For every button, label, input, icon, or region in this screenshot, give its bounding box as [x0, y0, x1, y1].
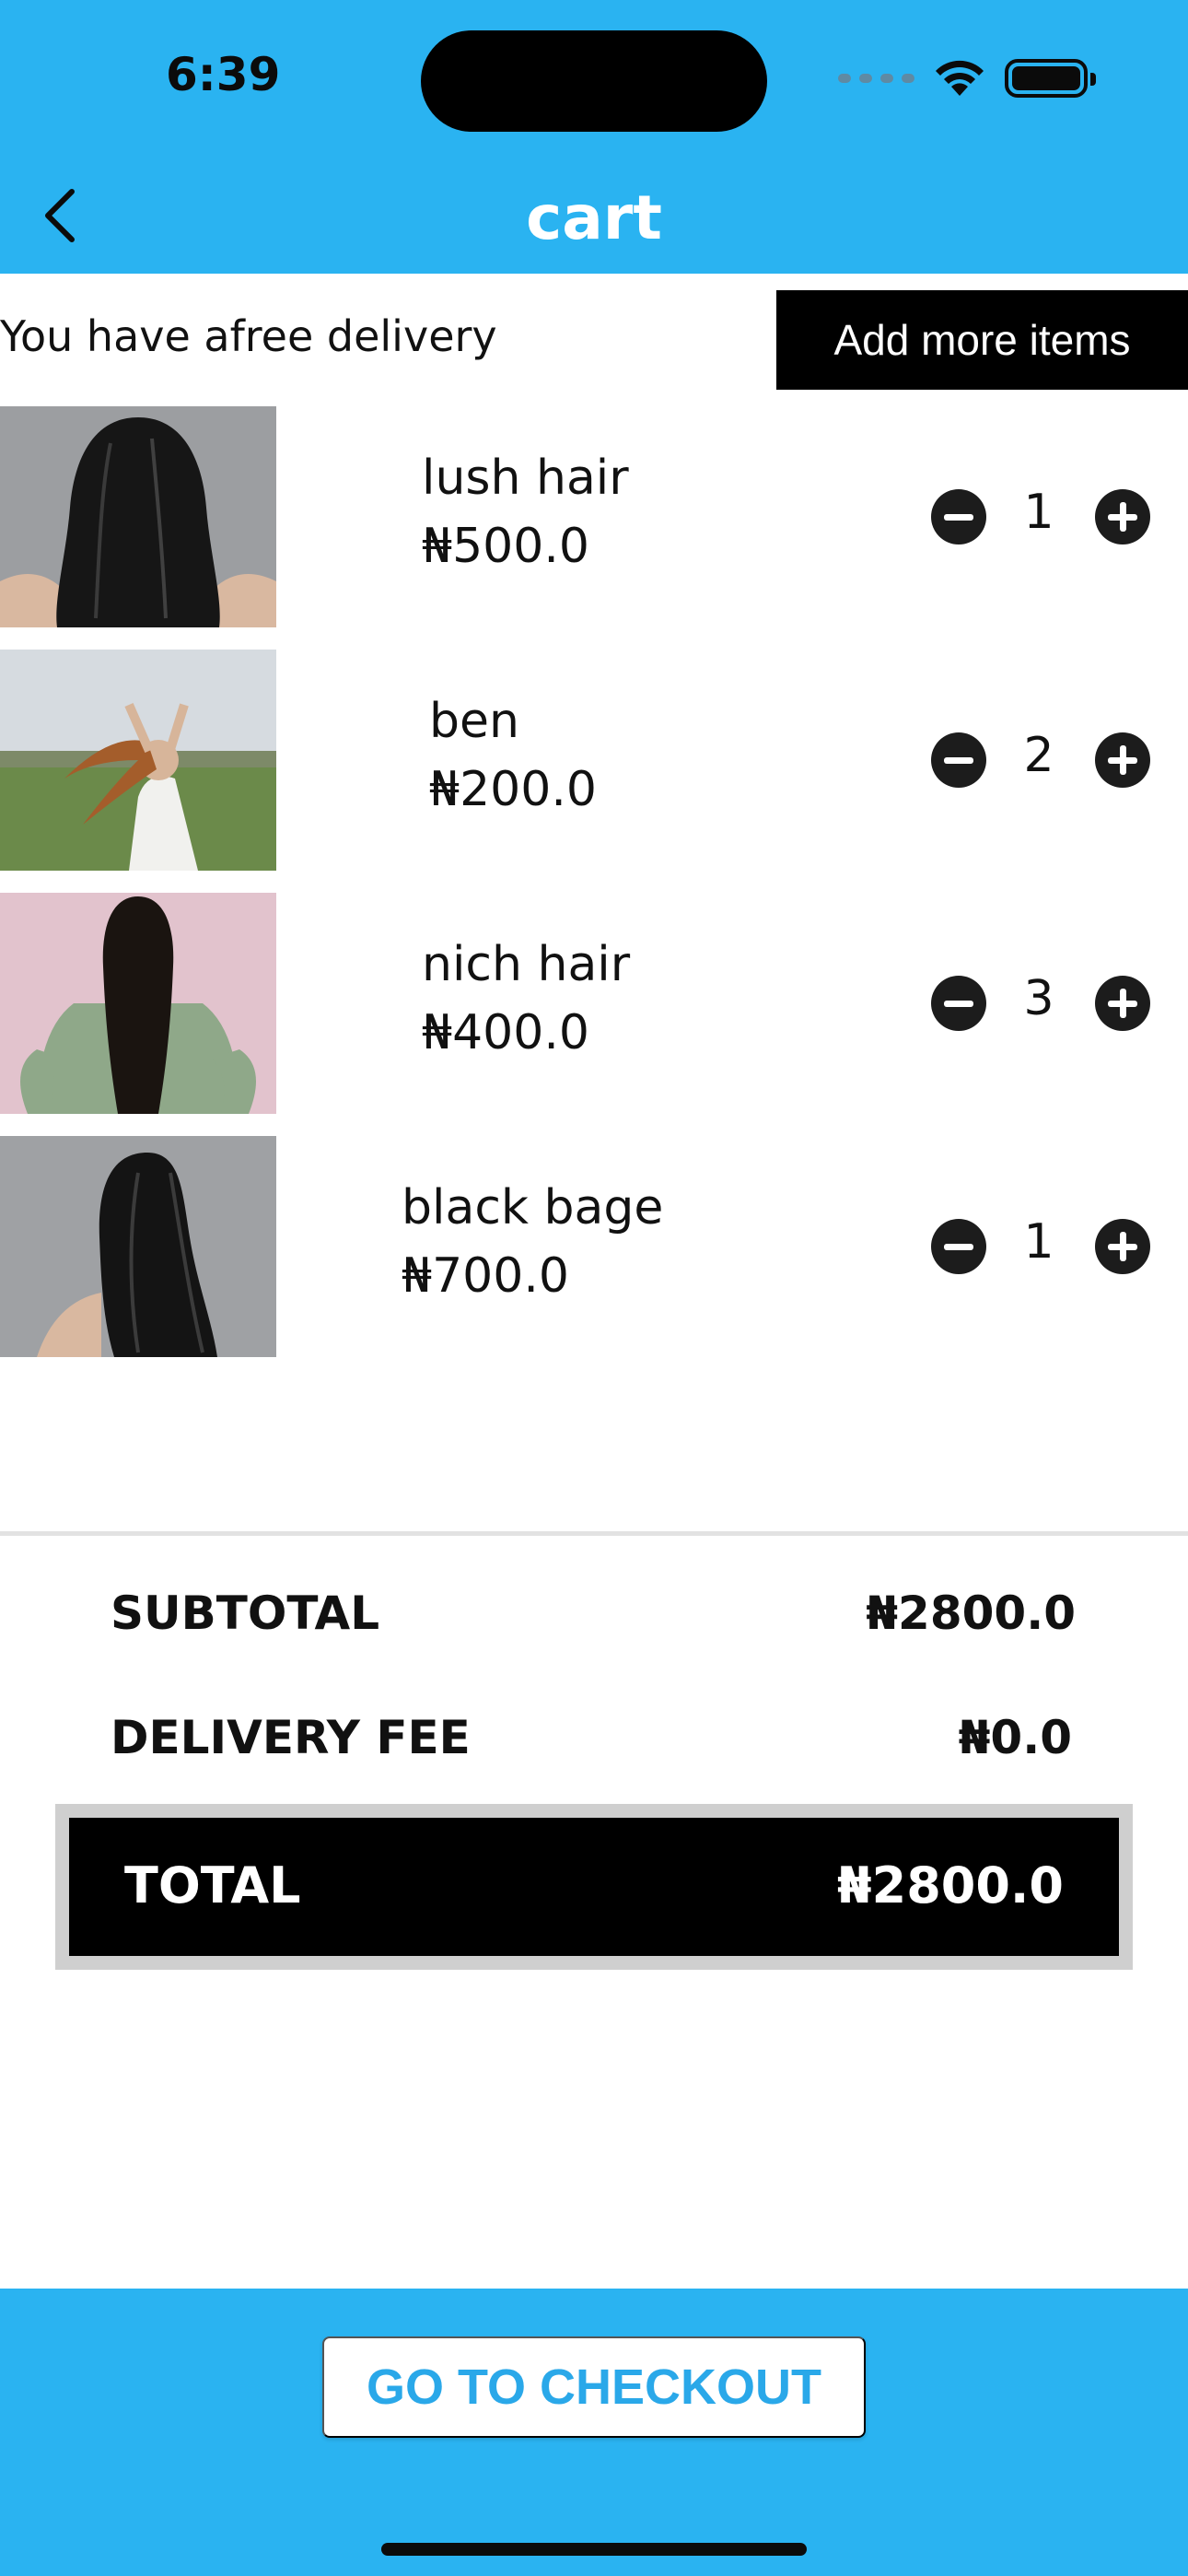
item-price: ₦500.0 [422, 519, 589, 574]
app-header: 6:39 cart [0, 0, 1188, 274]
total-label: TOTAL [124, 1856, 301, 1914]
increase-quantity-button[interactable] [1095, 1219, 1150, 1274]
increase-quantity-button[interactable] [1095, 976, 1150, 1031]
decrease-quantity-button[interactable] [931, 976, 986, 1031]
increase-quantity-button[interactable] [1095, 489, 1150, 544]
quantity-value: 3 [1023, 971, 1054, 1026]
product-image [0, 1136, 276, 1357]
go-to-checkout-button[interactable]: GO TO CHECKOUT [322, 2336, 866, 2438]
cart-item: nich hair ₦400.0 3 [0, 893, 1188, 1114]
dynamic-island [421, 30, 767, 132]
decrease-quantity-button[interactable] [931, 732, 986, 788]
home-indicator [381, 2543, 807, 2556]
quantity-value: 1 [1023, 1214, 1054, 1270]
item-name: ben [429, 694, 519, 749]
item-name: black bage [402, 1180, 664, 1235]
status-icons [838, 55, 1096, 101]
delivery-fee-value: ₦0.0 [958, 1711, 1072, 1764]
wifi-icon [936, 60, 984, 96]
add-more-items-button[interactable]: Add more items [776, 290, 1188, 390]
total-panel: TOTAL ₦2800.0 [69, 1818, 1119, 1956]
cart-item: lush hair ₦500.0 1 [0, 406, 1188, 627]
summary-divider [0, 1531, 1188, 1536]
checkout-footer: GO TO CHECKOUT [0, 2289, 1188, 2576]
product-image [0, 650, 276, 871]
status-time: 6:39 [166, 48, 281, 101]
page-title: cart [526, 182, 662, 253]
item-price: ₦400.0 [422, 1005, 589, 1060]
quantity-value: 1 [1023, 485, 1054, 540]
product-image [0, 406, 276, 627]
subtotal-label: SUBTOTAL [111, 1587, 380, 1640]
delivery-fee-label: DELIVERY FEE [111, 1711, 471, 1764]
item-name: nich hair [422, 937, 631, 992]
total-box: TOTAL ₦2800.0 [55, 1804, 1133, 1970]
item-name: lush hair [422, 451, 629, 506]
free-delivery-message: You have afree delivery [0, 311, 497, 361]
decrease-quantity-button[interactable] [931, 489, 986, 544]
cellular-signal-icon [838, 74, 914, 83]
increase-quantity-button[interactable] [1095, 732, 1150, 788]
decrease-quantity-button[interactable] [931, 1219, 986, 1274]
cart-item: ben ₦200.0 2 [0, 650, 1188, 871]
battery-icon [1005, 59, 1096, 98]
item-price: ₦700.0 [402, 1248, 569, 1304]
total-value: ₦2800.0 [837, 1856, 1064, 1914]
item-price: ₦200.0 [429, 762, 597, 817]
quantity-value: 2 [1023, 728, 1054, 783]
subtotal-value: ₦2800.0 [866, 1587, 1076, 1640]
product-image [0, 893, 276, 1114]
cart-item: black bage ₦700.0 1 [0, 1136, 1188, 1357]
